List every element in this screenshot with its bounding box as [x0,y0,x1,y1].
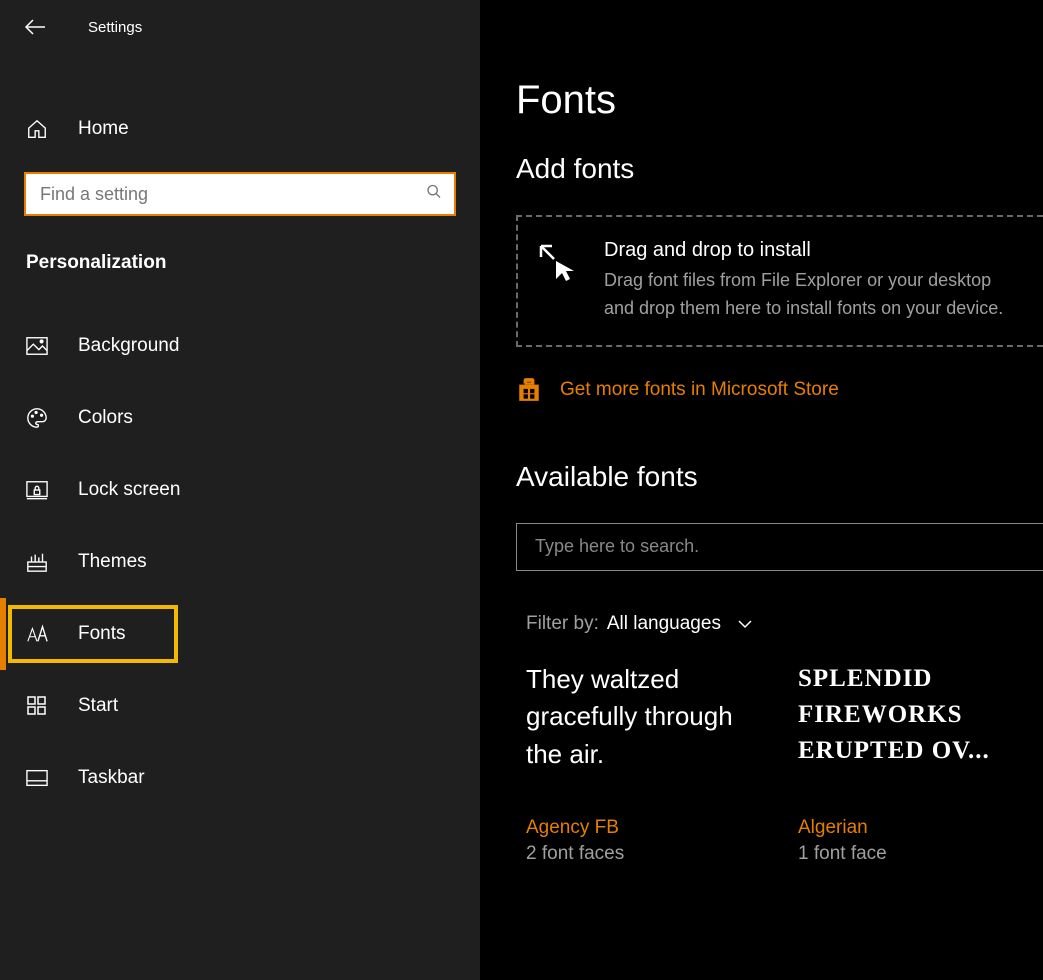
palette-icon [26,407,48,429]
font-grid: They waltzed gracefully through the air.… [516,661,1043,865]
image-icon [26,336,48,356]
page-title: Fonts [516,78,1043,123]
sidebar-item-start[interactable]: Start [0,670,480,742]
sidebar-item-fonts[interactable]: Fonts [0,598,480,670]
search-input[interactable] [24,172,456,216]
taskbar-icon [26,769,48,787]
font-faces: 2 font faces [526,843,768,865]
sidebar: Settings Home Personalization [0,0,480,980]
nav-label: Themes [78,551,147,573]
main-content: Fonts Add fonts Drag and drop to install… [480,0,1043,980]
font-card[interactable]: They waltzed gracefully through the air.… [526,661,768,865]
font-card[interactable]: Splendid fireworks erupted ov... Algeria… [798,661,1040,865]
chevron-down-icon [737,619,753,629]
nav-list: Background Colors [0,310,480,814]
drag-drop-icon [538,243,582,283]
font-faces: 1 font face [798,843,1040,865]
section-header: Personalization [0,216,480,274]
lock-icon [26,480,48,500]
home-icon [26,118,48,140]
sidebar-item-home[interactable]: Home [0,104,480,154]
sidebar-item-themes[interactable]: Themes [0,526,480,598]
search-container [24,172,456,216]
nav-label: Fonts [78,623,126,645]
sidebar-header: Settings [0,0,480,54]
sidebar-item-taskbar[interactable]: Taskbar [0,742,480,814]
font-preview: Splendid fireworks erupted ov... [798,661,1040,801]
nav-label: Lock screen [78,479,180,501]
font-name: Algerian [798,817,1040,839]
font-name: Agency FB [526,817,768,839]
filter-value: All languages [607,613,721,635]
sidebar-item-lockscreen[interactable]: Lock screen [0,454,480,526]
brush-icon [26,551,48,573]
drop-zone[interactable]: Drag and drop to install Drag font files… [516,215,1043,347]
drop-desc: Drag font files from File Explorer or yo… [604,267,1023,323]
add-fonts-title: Add fonts [516,153,1043,185]
available-fonts-title: Available fonts [516,461,1043,493]
font-icon [26,624,48,644]
app-title: Settings [88,19,142,36]
store-icon [516,377,542,403]
search-icon [426,184,442,200]
sidebar-item-background[interactable]: Background [0,310,480,382]
home-label: Home [78,118,129,140]
start-icon [27,696,47,716]
nav-label: Background [78,335,179,357]
font-preview: They waltzed gracefully through the air. [526,661,768,801]
store-link-text: Get more fonts in Microsoft Store [560,379,839,401]
back-button[interactable] [22,14,48,40]
arrow-left-icon [23,15,47,39]
nav-label: Start [78,695,118,717]
drop-title: Drag and drop to install [604,239,1023,262]
filter-row[interactable]: Filter by: All languages [516,613,1043,635]
nav-label: Taskbar [78,767,145,789]
nav-label: Colors [78,407,133,429]
store-link[interactable]: Get more fonts in Microsoft Store [516,377,1043,403]
filter-label: Filter by: [526,613,599,635]
font-search-input[interactable] [516,523,1043,571]
sidebar-item-colors[interactable]: Colors [0,382,480,454]
